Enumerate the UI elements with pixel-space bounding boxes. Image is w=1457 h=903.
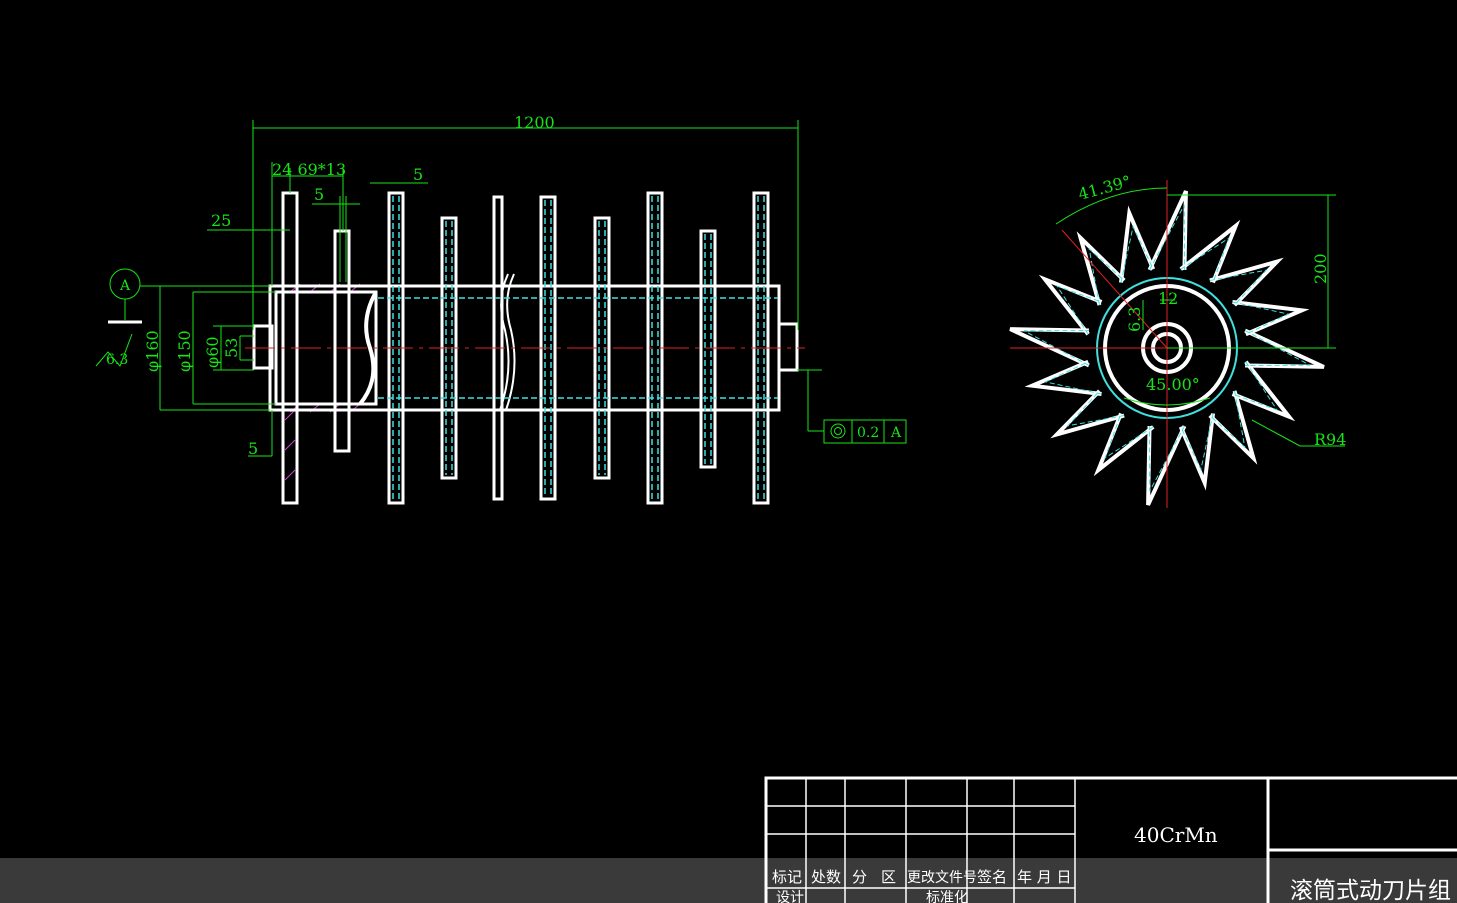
dim-keyway: 12 xyxy=(1158,289,1178,308)
status-strip xyxy=(0,858,1457,903)
dim-diameter-shaft: φ60 xyxy=(203,336,222,368)
dim-diameter-tube: φ150 xyxy=(175,330,194,372)
dim-blade-thickness-b: 5 xyxy=(413,165,423,184)
blade-outline xyxy=(1119,205,1156,283)
dim-roughness-end: 6.3 xyxy=(1125,307,1144,332)
blade-outline xyxy=(1024,359,1102,396)
blade-outline xyxy=(1232,300,1310,337)
roller-front-view xyxy=(245,191,805,505)
roller-side-view xyxy=(1009,180,1326,508)
material-label: 40CrMn xyxy=(1134,823,1218,847)
dim-radius: R94 xyxy=(1314,430,1346,449)
dim-height: 200 xyxy=(1311,253,1330,284)
blade-outline xyxy=(1147,190,1188,271)
dim-flange-offset: 25 xyxy=(211,211,231,230)
dim-bottom-offset: 5 xyxy=(248,439,258,458)
dim-blade-spacing: 24 69*13 xyxy=(272,160,346,179)
dim-angle-inner: 45.00° xyxy=(1146,375,1200,394)
blade-outline xyxy=(1146,425,1187,506)
blade-outline xyxy=(1244,328,1325,369)
dim-total-length: 1200 xyxy=(514,113,555,132)
dim-blade-thickness-a: 5 xyxy=(314,185,324,204)
tolerance-datum: A xyxy=(890,425,902,441)
blade-outline xyxy=(1009,327,1090,368)
blade-outline xyxy=(1178,413,1215,491)
tolerance-value: 0.2 xyxy=(857,425,879,441)
dim-inner: 53 xyxy=(222,338,241,358)
datum-label: A xyxy=(119,278,131,294)
cad-drawing-canvas[interactable]: 1200 24 69*13 5 5 25 5 φ160 φ150 φ60 53 … xyxy=(0,0,1457,903)
roughness-value: 6.3 xyxy=(106,352,128,368)
dim-diameter-outer: φ160 xyxy=(143,330,162,372)
